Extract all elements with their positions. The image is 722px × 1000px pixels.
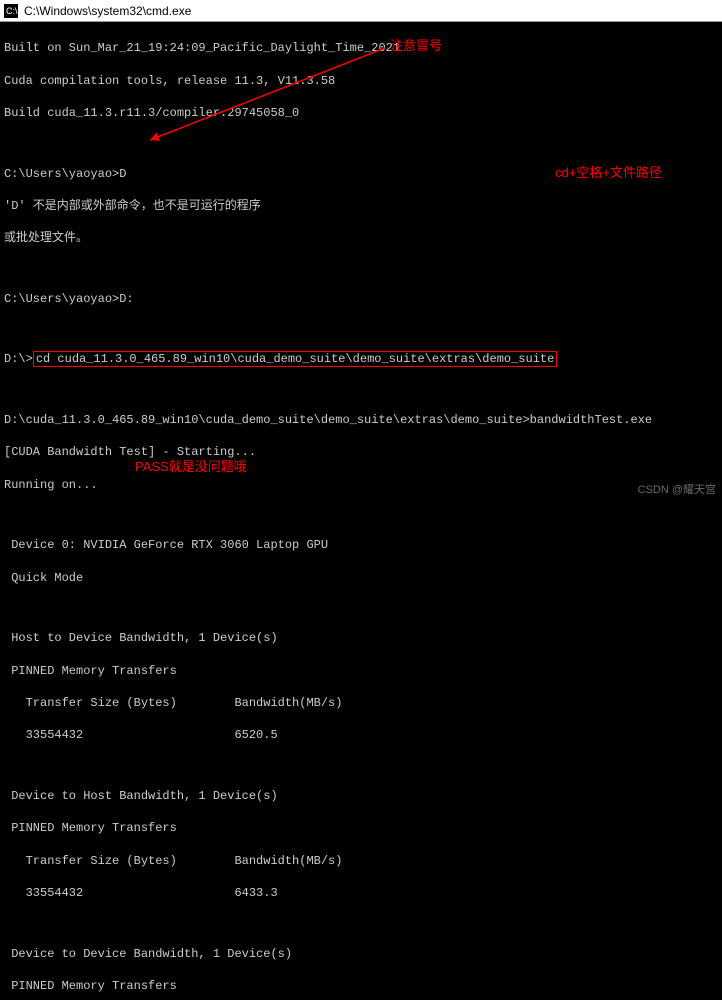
svg-text:C:\: C:\: [6, 6, 18, 16]
output-line: [4, 602, 718, 614]
output-line: [4, 509, 718, 521]
window-title: C:\Windows\system32\cmd.exe: [24, 4, 191, 18]
output-line: Quick Mode: [4, 570, 718, 586]
output-line: Built on Sun_Mar_21_19:24:09_Pacific_Day…: [4, 40, 718, 56]
output-line: [4, 263, 718, 275]
output-line: PINNED Memory Transfers: [4, 663, 718, 679]
output-line: [4, 917, 718, 929]
prompt: D:\>: [4, 352, 33, 366]
output-line: C:\Users\yaoyao>D:: [4, 291, 718, 307]
output-line: Host to Device Bandwidth, 1 Device(s): [4, 630, 718, 646]
output-line: PINNED Memory Transfers: [4, 820, 718, 836]
output-line: C:\Users\yaoyao>D: [4, 166, 718, 182]
output-line: PINNED Memory Transfers: [4, 978, 718, 994]
output-line: D:\>cd cuda_11.3.0_465.89_win10\cuda_dem…: [4, 351, 718, 367]
output-line: Transfer Size (Bytes) Bandwidth(MB/s): [4, 695, 718, 711]
output-line: 33554432 6433.3: [4, 885, 718, 901]
output-line: Transfer Size (Bytes) Bandwidth(MB/s): [4, 853, 718, 869]
output-line: Cuda compilation tools, release 11.3, V1…: [4, 73, 718, 89]
output-line: [4, 137, 718, 149]
output-line: Running on...: [4, 477, 718, 493]
output-line: D:\cuda_11.3.0_465.89_win10\cuda_demo_su…: [4, 412, 718, 428]
cmd-icon: C:\: [4, 4, 18, 18]
cd-command-highlight: cd cuda_11.3.0_465.89_win10\cuda_demo_su…: [33, 351, 557, 367]
output-line: Device to Host Bandwidth, 1 Device(s): [4, 788, 718, 804]
output-line: [4, 384, 718, 396]
output-line: Device to Device Bandwidth, 1 Device(s): [4, 946, 718, 962]
output-line: 33554432 6520.5: [4, 727, 718, 743]
watermark: CSDN @耀天宫: [638, 481, 716, 497]
output-line: [CUDA Bandwidth Test] - Starting...: [4, 444, 718, 460]
terminal-output[interactable]: Built on Sun_Mar_21_19:24:09_Pacific_Day…: [0, 22, 722, 1000]
output-line: Build cuda_11.3.r11.3/compiler.29745058_…: [4, 105, 718, 121]
output-line: [4, 323, 718, 335]
output-line: Device 0: NVIDIA GeForce RTX 3060 Laptop…: [4, 537, 718, 553]
output-line: [4, 760, 718, 772]
window-titlebar: C:\ C:\Windows\system32\cmd.exe: [0, 0, 722, 22]
output-line: 'D' 不是内部或外部命令，也不是可运行的程序: [4, 198, 718, 214]
output-line: 或批处理文件。: [4, 230, 718, 246]
